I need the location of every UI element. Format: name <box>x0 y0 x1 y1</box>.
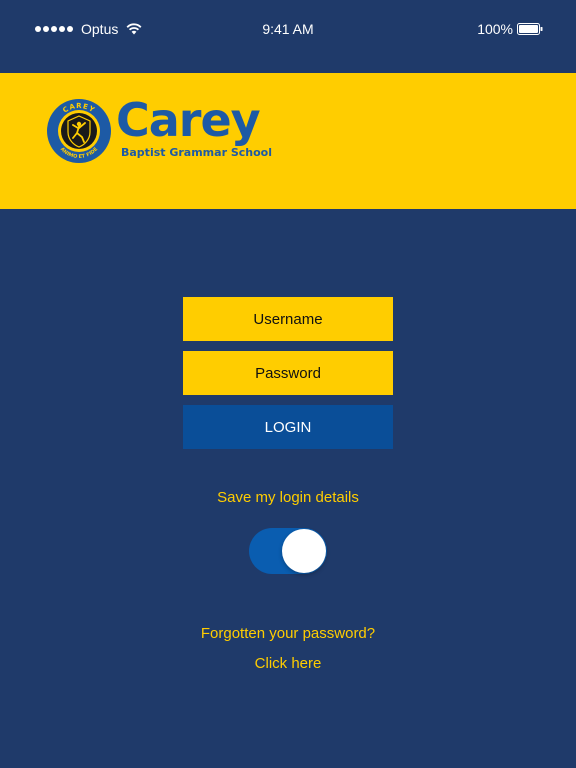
carey-seal-icon: CAREY ANIMO ET FIDE <box>47 99 111 163</box>
click-here-link-row: Click here <box>0 655 576 672</box>
save-login-toggle[interactable] <box>249 528 327 574</box>
click-here-link[interactable]: Click here <box>255 655 322 672</box>
login-button[interactable]: LOGIN <box>183 405 393 449</box>
logo-tagline: Baptist Grammar School <box>121 146 272 159</box>
username-input[interactable] <box>183 297 393 341</box>
save-login-label: Save my login details <box>217 489 359 506</box>
password-input[interactable] <box>183 351 393 395</box>
battery-percent: 100% <box>477 21 513 37</box>
toggle-knob[interactable] <box>282 529 326 573</box>
status-bar: Optus 9:41 AM 100% <box>0 0 576 58</box>
login-form: LOGIN <box>183 297 393 449</box>
carey-logo: CAREY ANIMO ET FIDE Carey Baptist Gramma… <box>46 93 272 168</box>
battery-icon <box>517 23 543 35</box>
forgot-password-text: Forgotten your password? <box>200 625 376 642</box>
status-right: 100% <box>477 21 543 37</box>
header-banner: CAREY ANIMO ET FIDE Carey Baptist Gramma… <box>0 73 576 209</box>
logo-wordmark: Carey <box>116 93 261 147</box>
